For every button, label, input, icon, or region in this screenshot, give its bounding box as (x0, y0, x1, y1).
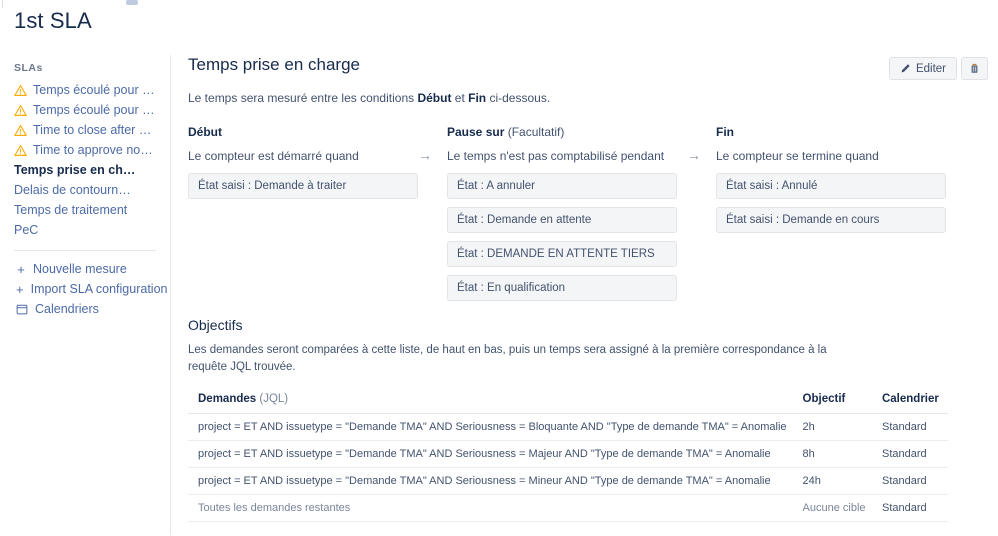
warning-icon (14, 84, 27, 96)
pause-condition-chip[interactable]: État : A annuler (447, 173, 677, 199)
sidebar-item-label: Temps écoulé pour la ... (33, 103, 155, 117)
sla-sidebar: SLAs Temps écoulé pour la ... Temps écou… (0, 58, 170, 348)
table-row[interactable]: project = ET AND issuetype = "Demande TM… (188, 440, 948, 468)
end-condition-chip[interactable]: État saisi : Demande en cours (716, 207, 946, 233)
sidebar-item-time-to-approve[interactable]: Time to approve norm... (0, 140, 170, 160)
cell-calendrier: Standard (871, 440, 948, 468)
pause-heading: Pause sur (Facultatif) (447, 125, 677, 139)
trash-icon (971, 63, 978, 73)
desc-pre: Le temps sera mesuré entre les condition… (188, 91, 418, 105)
pause-optional-text: (Facultatif) (504, 125, 565, 139)
end-condition-chip[interactable]: État saisi : Annulé (716, 173, 946, 199)
sla-configuration-page: 1st SLA SLAs Temps écoulé pour la ... Te… (0, 0, 998, 536)
sidebar-item-label: Delais de contournement (14, 183, 136, 197)
sidebar-item-label: Temps prise en charge (14, 163, 136, 177)
sidebar-item-pec[interactable]: PeC (0, 220, 170, 240)
sidebar-item-temps-prise-en-charge[interactable]: Temps prise en charge (0, 160, 170, 180)
sidebar-item-label: Time to approve norm... (33, 143, 155, 157)
sidebar-item-temps-ecoule-2[interactable]: Temps écoulé pour la ... (0, 100, 170, 120)
sidebar-item-time-to-close[interactable]: Time to close after res... (0, 120, 170, 140)
arrow-start-to-pause: → (418, 147, 432, 163)
warning-icon (14, 144, 27, 156)
cell-calendrier: Standard (871, 413, 948, 441)
table-row[interactable]: project = ET AND issuetype = "Demande TM… (188, 467, 948, 495)
sidebar-item-label: Temps écoulé pour la ... (33, 83, 155, 97)
pause-condition-chip[interactable]: État : DEMANDE EN ATTENTE TIERS (447, 241, 677, 267)
pencil-icon (901, 64, 910, 73)
desc-mid: et (451, 91, 469, 105)
end-heading: Fin (716, 125, 734, 139)
end-condition-column: Fin Le compteur se termine quand État sa… (716, 125, 946, 241)
cell-query: project = ET AND issuetype = "Demande TM… (188, 440, 793, 468)
column-header-calendrier: Calendrier (871, 387, 948, 414)
sidebar-item-label: Temps de traitement (14, 203, 128, 217)
import-sla-configuration-action[interactable]: + Import SLA configuration (0, 279, 170, 299)
top-cutoff-strip (0, 0, 998, 8)
sla-description: Le temps sera mesuré entre les condition… (188, 91, 988, 105)
cell-query: Toutes les demandes restantes (188, 494, 793, 522)
cell-objectif: 8h (792, 440, 872, 468)
header-jql-text: (JQL) (256, 393, 289, 405)
header-demandes-text: Demandes (198, 393, 257, 405)
pause-condition-chip[interactable]: État : Demande en attente (447, 207, 677, 233)
plus-icon: + (16, 281, 24, 297)
partial-element-above (126, 0, 138, 5)
desc-post: ci-dessous. (486, 91, 551, 105)
cell-objectif: 2h (792, 413, 872, 441)
calendars-action[interactable]: Calendriers (0, 299, 170, 319)
arrow-pause-to-end: → (687, 147, 701, 163)
objectives-description: Les demandes seront comparées à cette li… (188, 344, 827, 373)
table-row[interactable]: Toutes les demandes restantes Aucune cib… (188, 494, 948, 522)
cell-query: project = ET AND issuetype = "Demande TM… (188, 413, 793, 441)
sidebar-item-label: PeC (14, 223, 39, 237)
end-subtitle: Le compteur se termine quand (716, 149, 879, 163)
main-content: Temps prise en charge Editer Le temps se… (188, 55, 988, 522)
column-header-demandes: Demandes (JQL) (188, 387, 793, 414)
table-row[interactable]: project = ET AND issuetype = "Demande TM… (188, 413, 948, 441)
desc-bold-fin: Fin (468, 91, 487, 105)
cell-calendrier: Standard (871, 467, 948, 495)
sidebar-divider (14, 250, 156, 251)
objectives-title: Objectifs (188, 317, 243, 333)
pause-heading-text: Pause sur (447, 125, 505, 139)
edit-button[interactable]: Editer (888, 57, 957, 80)
cell-query: project = ET AND issuetype = "Demande TM… (188, 467, 793, 495)
objectives-table: Demandes (JQL) Objectif Calendrier proje… (188, 387, 948, 522)
edge-tick (2, 0, 3, 8)
cell-objectif: Aucune cible (792, 494, 872, 522)
sidebar-item-label: Time to close after res... (33, 123, 155, 137)
start-heading: Début (188, 125, 222, 139)
edit-button-label: Editer (915, 62, 946, 75)
plus-icon: + (17, 261, 25, 277)
start-condition-column: Début Le compteur est démarré quand État… (188, 125, 418, 207)
table-header-row: Demandes (JQL) Objectif Calendrier (188, 387, 948, 414)
sidebar-item-temps-ecoule-1[interactable]: Temps écoulé pour la ... (0, 80, 170, 100)
delete-button[interactable] (961, 57, 988, 80)
warning-icon (14, 124, 27, 136)
sidebar-item-delais-contournement[interactable]: Delais de contournement (0, 180, 170, 200)
pause-condition-column: Pause sur (Facultatif) Le temps n'est pa… (447, 125, 677, 309)
desc-bold-debut: Début (417, 91, 452, 105)
pause-subtitle: Le temps n'est pas comptabilisé pendant (447, 149, 665, 163)
sidebar-item-temps-traitement[interactable]: Temps de traitement (0, 200, 170, 220)
import-sla-label: Import SLA configuration (30, 282, 168, 296)
cell-calendrier: Standard (871, 494, 948, 522)
start-subtitle: Le compteur est démarré quand (188, 149, 359, 163)
calendars-label: Calendriers (35, 302, 99, 316)
column-header-objectif: Objectif (792, 387, 872, 414)
new-measure-label: Nouvelle mesure (33, 262, 127, 276)
calendar-icon (16, 304, 28, 315)
pause-condition-chip[interactable]: État : En qualification (447, 275, 677, 301)
start-condition-chip[interactable]: État saisi : Demande à traiter (188, 173, 418, 199)
new-measure-action[interactable]: + Nouvelle mesure (0, 259, 170, 279)
sla-title: Temps prise en charge (188, 55, 360, 74)
main-header: Temps prise en charge Editer (188, 55, 988, 89)
page-title: 1st SLA (14, 8, 92, 33)
header-actions: Editer (888, 57, 988, 80)
cell-objectif: 24h (792, 467, 872, 495)
sidebar-content-divider (170, 55, 171, 535)
warning-icon (14, 104, 27, 116)
objectives-section: Objectifs Les demandes seront comparées … (188, 317, 948, 375)
sidebar-heading: SLAs (14, 62, 43, 74)
